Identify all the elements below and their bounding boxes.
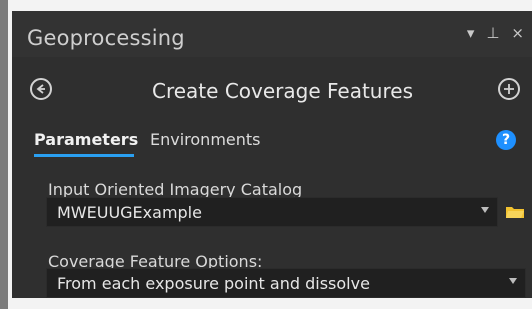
titlebar-controls: ▾ ⊥ × xyxy=(467,25,524,41)
top-strip xyxy=(8,0,532,10)
plus-icon xyxy=(504,84,514,94)
folder-open-icon[interactable] xyxy=(505,205,525,219)
tab-environments[interactable]: Environments xyxy=(150,130,261,149)
tool-header: Create Coverage Features xyxy=(12,68,532,110)
question-icon[interactable]: ? xyxy=(496,130,516,150)
input-catalog-value: MWEUUGExample xyxy=(57,202,202,222)
left-dock-strip xyxy=(0,0,8,309)
coverage-options-select[interactable]: From each exposure point and dissolve xyxy=(46,268,526,298)
tab-bar: Parameters Environments xyxy=(34,130,532,158)
geoprocessing-panel: Geoprocessing ▾ ⊥ × Create Coverage Feat… xyxy=(12,11,532,298)
chevron-down-icon[interactable] xyxy=(509,278,517,284)
panel-title: Geoprocessing xyxy=(27,26,185,50)
back-arrow-icon xyxy=(36,84,45,94)
pin-icon[interactable]: ⊥ xyxy=(486,25,499,41)
dropdown-chevron-icon[interactable]: ▾ xyxy=(467,25,475,41)
add-button[interactable] xyxy=(498,78,520,100)
active-tab-underline xyxy=(34,154,134,157)
tab-parameters[interactable]: Parameters xyxy=(34,130,138,149)
panel-titlebar: Geoprocessing ▾ ⊥ × xyxy=(12,11,532,57)
chevron-down-icon[interactable] xyxy=(481,207,489,213)
tool-title: Create Coverage Features xyxy=(152,79,413,103)
input-catalog-field[interactable]: MWEUUGExample xyxy=(46,197,498,227)
back-button[interactable] xyxy=(30,78,52,100)
coverage-options-value: From each exposure point and dissolve xyxy=(57,273,370,293)
close-icon[interactable]: × xyxy=(511,25,524,41)
